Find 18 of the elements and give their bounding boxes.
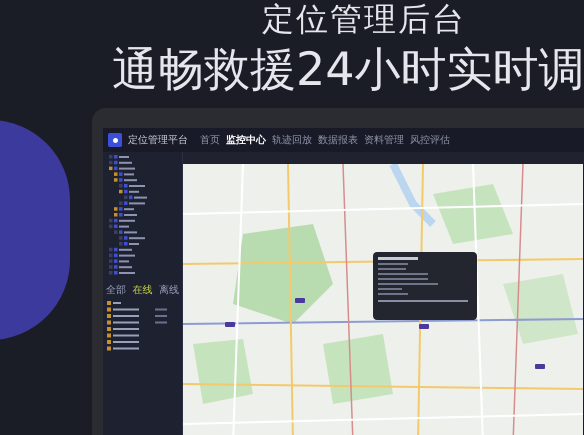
headline-title: 定位管理后台 <box>262 0 466 38</box>
car-marker-icon[interactable] <box>419 324 429 329</box>
nav-tab[interactable]: 首页 <box>200 132 220 148</box>
status-tab[interactable]: 离线 <box>158 283 179 298</box>
nav-tab[interactable]: 轨迹回放 <box>272 132 312 148</box>
car-marker-icon[interactable] <box>225 322 235 327</box>
car-marker-icon[interactable] <box>295 298 305 303</box>
nav-tab[interactable]: 数据报表 <box>318 132 358 148</box>
vehicle-list-drawing <box>107 301 167 351</box>
nav-tab[interactable]: 风控评估 <box>410 132 450 148</box>
status-tab[interactable]: 全部 <box>106 283 126 298</box>
nav-tab[interactable]: 资料管理 <box>364 132 404 148</box>
car-marker-icon[interactable] <box>535 364 545 369</box>
headline-subtitle: 通畅救援24小时实时调 <box>112 42 584 96</box>
brand-name: 定位管理平台 <box>128 134 189 148</box>
nav-tab[interactable]: 监控中心 <box>226 132 266 148</box>
status-tab[interactable]: 在线 <box>132 283 152 298</box>
logo-icon <box>108 133 122 147</box>
